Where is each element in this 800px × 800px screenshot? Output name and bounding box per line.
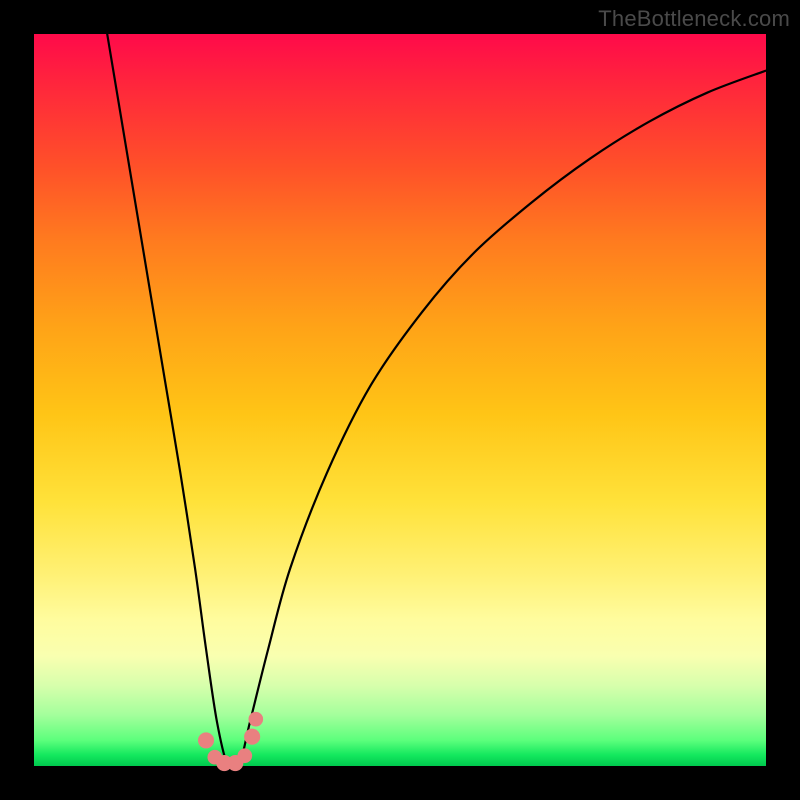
plot-area	[34, 34, 766, 766]
marker-group	[198, 712, 263, 771]
curve-marker	[244, 729, 260, 745]
curve-marker	[248, 712, 263, 727]
bottleneck-curve	[107, 34, 766, 771]
chart-frame: TheBottleneck.com	[0, 0, 800, 800]
curve-marker	[238, 748, 253, 763]
watermark-text: TheBottleneck.com	[598, 6, 790, 32]
bottleneck-curve-svg	[34, 34, 766, 766]
curve-marker	[198, 732, 214, 748]
